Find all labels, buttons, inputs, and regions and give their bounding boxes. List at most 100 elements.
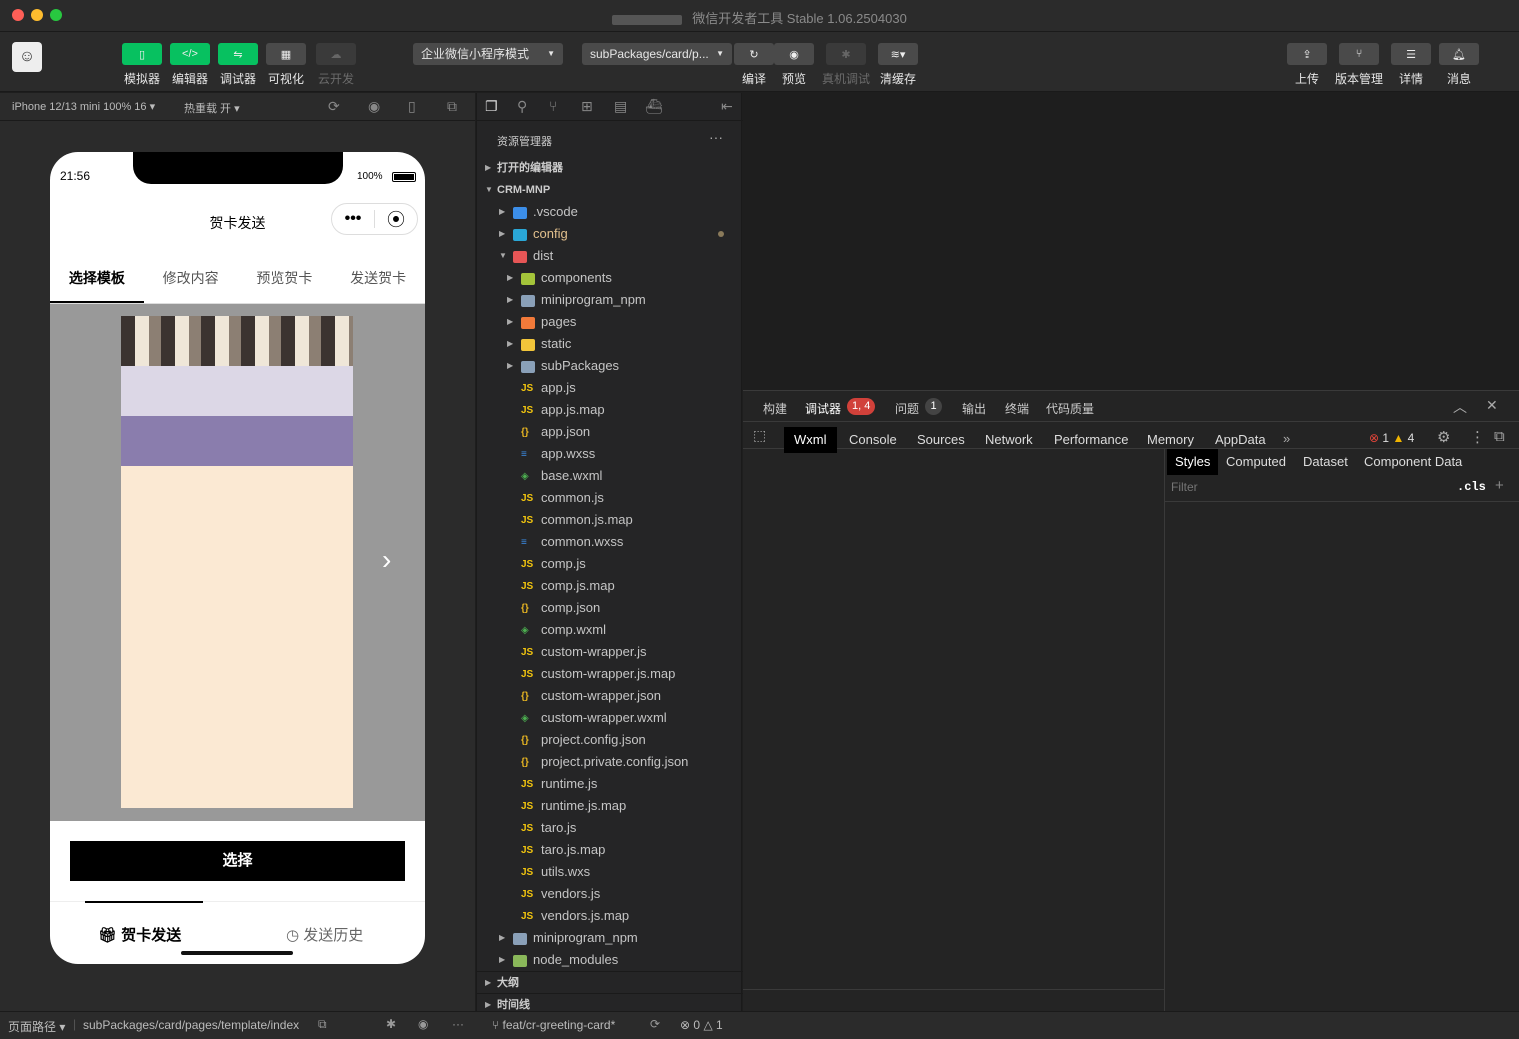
dataset-tab[interactable]: Dataset	[1295, 449, 1356, 475]
section-open-editors[interactable]: ▶ 打开的编辑器	[477, 157, 743, 179]
file-tree-item[interactable]: JS vendors.js.map	[521, 905, 629, 927]
file-tree-item[interactable]: JS comp.js	[521, 553, 586, 575]
sync-icon[interactable]: ⟳	[650, 1017, 660, 1031]
clear-cache-button[interactable]: ≋▾	[878, 43, 918, 65]
panel-tab-code-quality[interactable]: 代码质量	[1046, 400, 1094, 417]
hot-reload-select[interactable]: 热重载 开 ▾	[184, 100, 240, 116]
close-miniprogram-icon[interactable]: ⦿	[375, 206, 417, 232]
file-tree-item[interactable]: JS app.js	[521, 377, 576, 399]
problems-summary[interactable]: ⊗ 0 △ 1	[680, 1018, 723, 1032]
add-rule-icon[interactable]: +	[1495, 477, 1504, 494]
file-tree-item[interactable]: ▶ components	[507, 267, 612, 289]
close-icon[interactable]: ✕	[1486, 397, 1498, 414]
search-icon[interactable]: ⚲	[517, 98, 527, 115]
file-tree-item[interactable]: ▶ pages	[507, 311, 576, 333]
panel-tab-debugger[interactable]: 调试器	[805, 400, 841, 417]
panel-tab-build[interactable]: 构建	[763, 400, 787, 417]
file-tree-item[interactable]: ▶ static	[507, 333, 571, 355]
more-actions-icon[interactable]: ···	[709, 129, 723, 145]
file-tree-item[interactable]: JS custom-wrapper.js	[521, 641, 646, 663]
file-tree-item[interactable]: ≡ app.wxss	[521, 443, 595, 465]
file-tree-item[interactable]: JS runtime.js	[521, 773, 597, 795]
cls-toggle[interactable]: .cls	[1457, 480, 1486, 494]
page-path-select[interactable]: 页面路径 ▾	[8, 1018, 65, 1035]
file-tree-item[interactable]: JS taro.js	[521, 817, 576, 839]
file-tree-item[interactable]: JS common.js.map	[521, 509, 633, 531]
preview-button[interactable]: ◉	[774, 43, 814, 65]
template-card[interactable]	[121, 316, 353, 808]
file-tree-item[interactable]: JS app.js.map	[521, 399, 605, 421]
file-tree-item[interactable]: {} project.config.json	[521, 729, 646, 751]
visual-toggle-button[interactable]: ▦	[266, 43, 306, 65]
panel-tab-output[interactable]: 输出	[962, 400, 986, 417]
git-branch[interactable]: ⑂ feat/cr-greeting-card*	[492, 1018, 615, 1032]
files-icon[interactable]: ❐	[485, 98, 498, 115]
file-tree-item[interactable]: JS taro.js.map	[521, 839, 605, 861]
file-tree-item[interactable]: ▶ miniprogram_npm	[507, 289, 646, 311]
more-icon[interactable]: •••	[332, 210, 374, 228]
tabbar-send-card[interactable]: 🎁︎ 贺卡发送	[98, 924, 181, 945]
avatar[interactable]: ☺	[12, 42, 42, 72]
panel-tab-problems[interactable]: 问题	[895, 400, 919, 417]
compile-path-select[interactable]: subPackages/card/p... ▼	[582, 43, 732, 65]
collapse-sidebar-icon[interactable]: ⇤	[721, 98, 733, 115]
simulator-toggle-button[interactable]: ▯	[122, 43, 162, 65]
tab-edit-content[interactable]: 修改内容	[144, 254, 238, 303]
compile-button[interactable]: ↻	[734, 43, 774, 65]
file-tree-item[interactable]: ▶ miniprogram_npm	[499, 927, 638, 949]
messages-button[interactable]: 🔔︎	[1439, 43, 1479, 65]
file-tree-item[interactable]: ▶ subPackages	[507, 355, 619, 377]
mode-select[interactable]: 企业微信小程序模式 ▼	[413, 43, 563, 65]
file-tree-item[interactable]: {} comp.json	[521, 597, 600, 619]
inspect-element-icon[interactable]: ⬚	[753, 427, 766, 444]
tabbar-send-history[interactable]: ◷ 发送历史	[286, 924, 363, 945]
file-tree-item[interactable]: ▶ .vscode	[499, 201, 578, 223]
dock-icon[interactable]: ⧉	[1494, 428, 1505, 445]
copy-icon[interactable]: ⧉	[318, 1017, 327, 1032]
tab-send-card[interactable]: 发送贺卡	[331, 254, 425, 303]
file-tree-item[interactable]: ▼ dist	[499, 245, 553, 267]
record-icon[interactable]: ◉	[368, 98, 380, 115]
gear-icon[interactable]: ⚙	[1437, 428, 1450, 446]
bug-icon[interactable]: ✱	[386, 1017, 396, 1031]
file-tree-item[interactable]: {} app.json	[521, 421, 590, 443]
tab-select-template[interactable]: 选择模板	[50, 254, 144, 303]
debugger-toggle-button[interactable]: ⇋	[218, 43, 258, 65]
styles-tab[interactable]: Styles	[1167, 449, 1219, 475]
panel-tab-terminal[interactable]: 终端	[1005, 400, 1029, 417]
storage-icon[interactable]: ▤	[614, 98, 627, 115]
tab-preview-card[interactable]: 预览贺卡	[238, 254, 332, 303]
version-button[interactable]: ⑂	[1339, 43, 1379, 65]
more-tabs-icon[interactable]: »	[1283, 431, 1290, 446]
file-tree-item[interactable]: ◈ comp.wxml	[521, 619, 606, 641]
device-select[interactable]: iPhone 12/13 mini 100% 16 ▾	[12, 100, 155, 113]
file-tree-item[interactable]: JS custom-wrapper.js.map	[521, 663, 675, 685]
section-outline[interactable]: ▶ 大纲	[477, 971, 743, 993]
chevron-up-icon[interactable]: ︿	[1453, 397, 1467, 417]
file-tree-item[interactable]: {} custom-wrapper.json	[521, 685, 661, 707]
file-tree-item[interactable]: ≡ common.wxss	[521, 531, 623, 553]
file-tree-item[interactable]: JS comp.js.map	[521, 575, 615, 597]
file-tree-item[interactable]: JS vendors.js	[521, 883, 600, 905]
detach-window-icon[interactable]: ⧉	[447, 98, 457, 115]
eye-icon[interactable]: ◉	[418, 1017, 428, 1031]
file-tree-item[interactable]: JS runtime.js.map	[521, 795, 626, 817]
component-data-tab[interactable]: Component Data	[1356, 449, 1470, 475]
extensions-icon[interactable]: ⊞	[581, 98, 593, 115]
phone-icon[interactable]: ▯	[408, 98, 416, 115]
details-button[interactable]: ☰	[1391, 43, 1431, 65]
more-icon[interactable]: ···	[452, 1017, 464, 1031]
file-tree-item[interactable]: JS utils.wxs	[521, 861, 590, 883]
file-tree-item[interactable]: ▶ node_modules	[499, 949, 618, 971]
section-project[interactable]: ▼ CRM-MNP	[477, 179, 743, 201]
file-tree-item[interactable]: ◈ custom-wrapper.wxml	[521, 707, 667, 729]
remote-debug-button[interactable]: ✱	[826, 43, 866, 65]
rotate-icon[interactable]: ⟳	[328, 98, 340, 115]
select-template-button[interactable]: 选择	[70, 841, 405, 881]
cloud-dev-button[interactable]: ☁	[316, 43, 356, 65]
file-tree-item[interactable]: ◈ base.wxml	[521, 465, 602, 487]
file-tree-item[interactable]: ▶ config	[499, 223, 568, 245]
source-control-icon[interactable]: ⑂	[549, 98, 557, 114]
file-tree-item[interactable]: JS common.js	[521, 487, 604, 509]
editor-toggle-button[interactable]: </>	[170, 43, 210, 65]
